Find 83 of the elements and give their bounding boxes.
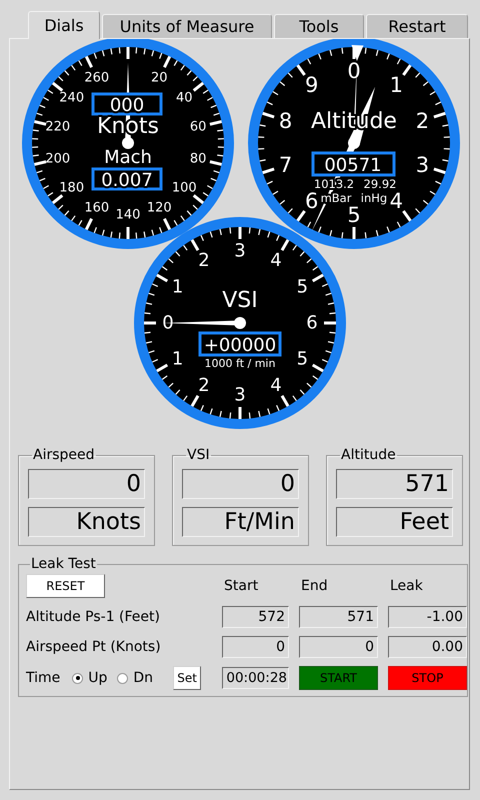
readout-display: 0.007 (92, 168, 162, 191)
scale-label: 200 (45, 152, 70, 167)
radio-button[interactable] (72, 672, 84, 684)
scale-label: 2 (198, 374, 210, 396)
dial-subtitle: Mach (104, 147, 152, 168)
group-title: Leak Test (30, 556, 97, 572)
scale-label: 160 (84, 200, 110, 216)
row-label: Altitude Ps-1 (Feet) (26, 609, 161, 625)
value-display: 0 (299, 636, 378, 658)
scale-label: 140 (116, 208, 140, 222)
scale-label: 3 (234, 240, 246, 262)
scale-label: 1 (390, 72, 403, 97)
scale-label: 5 (296, 348, 308, 370)
value-display: 0.00 (388, 636, 467, 658)
value-display: 0 (222, 636, 289, 658)
value-display: 0 (28, 469, 145, 499)
set-button[interactable]: Set (173, 666, 202, 690)
group-title: Altitude (340, 447, 397, 463)
unit-display: Feet (336, 507, 453, 537)
scale-label: 7 (278, 153, 292, 178)
scale-label: 2 (416, 108, 430, 133)
scale-label: 6 (306, 312, 318, 334)
scale-label: 0 (347, 59, 361, 83)
value-display: 572 (222, 606, 289, 628)
scale-label: 5 (347, 203, 361, 227)
tab[interactable]: Dials (28, 11, 100, 39)
column-header: Start (223, 578, 260, 594)
radio-button[interactable] (117, 672, 128, 684)
scale-label: 2 (198, 250, 210, 272)
group-title: VSI (186, 447, 211, 463)
timer-display: 00:00:28 (222, 667, 289, 689)
radio-label[interactable]: Up (88, 670, 108, 686)
scale-label: 0 (162, 312, 174, 334)
group-title: Airspeed (32, 447, 96, 463)
needle-hub (122, 137, 134, 149)
time-label: Time (26, 670, 60, 686)
scale-label: 4 (270, 374, 282, 396)
unit-display: Ft/Min (182, 507, 299, 537)
value-display: 571 (299, 606, 378, 628)
scale-label: 240 (59, 90, 84, 106)
scale-label: 80 (190, 152, 206, 167)
radio-label[interactable]: Dn (133, 670, 154, 686)
column-header: Leak (389, 578, 424, 594)
stop-button[interactable]: STOP (388, 666, 467, 690)
scale-label: 4 (270, 250, 282, 272)
column-header: End (300, 578, 329, 594)
reset-button[interactable]: RESET (26, 574, 105, 598)
scale-label: 4 (390, 189, 403, 214)
scale-label: 8 (278, 108, 292, 133)
scale-label: 100 (172, 180, 197, 196)
scale-label: 120 (146, 200, 172, 216)
scale-label: 5 (296, 276, 308, 298)
scale-label: 3 (416, 153, 430, 178)
scale-label: 1 (172, 276, 184, 298)
scale-label: 60 (190, 119, 206, 134)
value-display: 0 (182, 469, 299, 499)
dial-units: 1000 ft / min (204, 357, 276, 370)
tab[interactable]: Units of Measure (102, 14, 272, 38)
readout-display: 000 (92, 92, 162, 116)
value-display: -1.00 (388, 606, 467, 628)
readout-display: 00571 (312, 152, 396, 176)
needle-hub (348, 137, 360, 149)
scale-label: 40 (176, 90, 193, 106)
dial-title: VSI (222, 288, 258, 313)
pressure-value: 29.92 (364, 177, 396, 191)
value-display: 571 (336, 469, 453, 499)
scale-label: 20 (150, 70, 168, 86)
scale-label: 1 (172, 348, 184, 370)
start-button[interactable]: START (299, 666, 378, 690)
pressure-unit: inHg (360, 191, 388, 205)
scale-label: 220 (45, 119, 70, 134)
needle-hub (234, 317, 246, 329)
scale-label: 260 (84, 70, 110, 86)
row-label: Airspeed Pt (Knots) (26, 639, 162, 655)
tab[interactable]: Restart (366, 14, 468, 38)
unit-display: Knots (28, 507, 145, 537)
scale-label: 3 (234, 384, 246, 406)
scale-label: 6 (305, 189, 318, 214)
scale-label: 9 (305, 72, 318, 97)
tab[interactable]: Tools (274, 14, 364, 38)
readout-display: +00000 (198, 332, 282, 356)
scale-label: 180 (59, 180, 84, 196)
pointer-icon (352, 45, 364, 62)
